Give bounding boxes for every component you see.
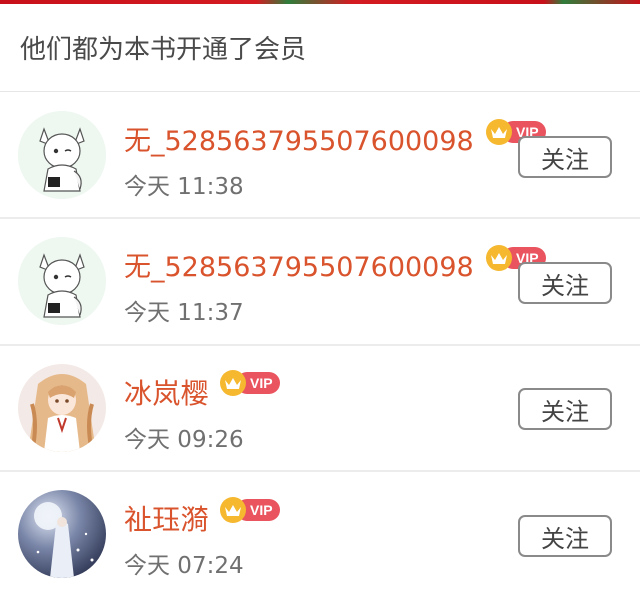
member-name[interactable]: 无_528563795507600098 <box>124 119 474 158</box>
member-list: 无_528563795507600098 VIP 今天 11:38 关注 无_5… <box>0 93 640 602</box>
follow-button[interactable]: 关注 <box>518 136 612 178</box>
avatar[interactable] <box>18 364 106 452</box>
follow-button[interactable]: 关注 <box>518 262 612 304</box>
member-time: 今天 09:26 <box>124 427 244 453</box>
member-time: 今天 11:37 <box>124 300 244 326</box>
member-time: 今天 11:38 <box>124 174 244 200</box>
member-name[interactable]: 无_528563795507600098 <box>124 245 474 284</box>
list-item[interactable]: 祉珏漪 今天 07:24 关注 <box>0 472 640 602</box>
anime-long-hair-girl-avatar-icon <box>18 364 106 452</box>
crown-icon <box>220 497 246 523</box>
moonlit-figure-avatar-icon <box>18 490 106 578</box>
crown-icon <box>486 245 512 271</box>
avatar[interactable] <box>18 111 106 199</box>
member-name[interactable]: 冰岚樱 <box>124 372 209 412</box>
follow-button[interactable]: 关注 <box>518 515 612 557</box>
member-time: 今天 07:24 <box>124 553 244 579</box>
anime-cat-girl-avatar-icon <box>18 237 106 325</box>
crown-icon <box>220 370 246 396</box>
list-item[interactable]: 无_528563795507600098 VIP 今天 11:37 关注 <box>0 219 640 346</box>
follow-button[interactable]: 关注 <box>518 388 612 430</box>
section-title: 他们都为本书开通了会员 <box>0 4 640 92</box>
vip-badge: VIP <box>220 497 280 523</box>
avatar[interactable] <box>18 490 106 578</box>
vip-badge: VIP <box>220 370 280 396</box>
anime-cat-girl-avatar-icon <box>18 111 106 199</box>
avatar[interactable] <box>18 237 106 325</box>
member-name[interactable]: 祉珏漪 <box>124 498 209 538</box>
crown-icon <box>486 119 512 145</box>
list-item[interactable]: 无_528563795507600098 VIP 今天 11:38 关注 <box>0 93 640 219</box>
list-item[interactable]: 冰岚樱 今天 09:26 关注 <box>0 346 640 472</box>
